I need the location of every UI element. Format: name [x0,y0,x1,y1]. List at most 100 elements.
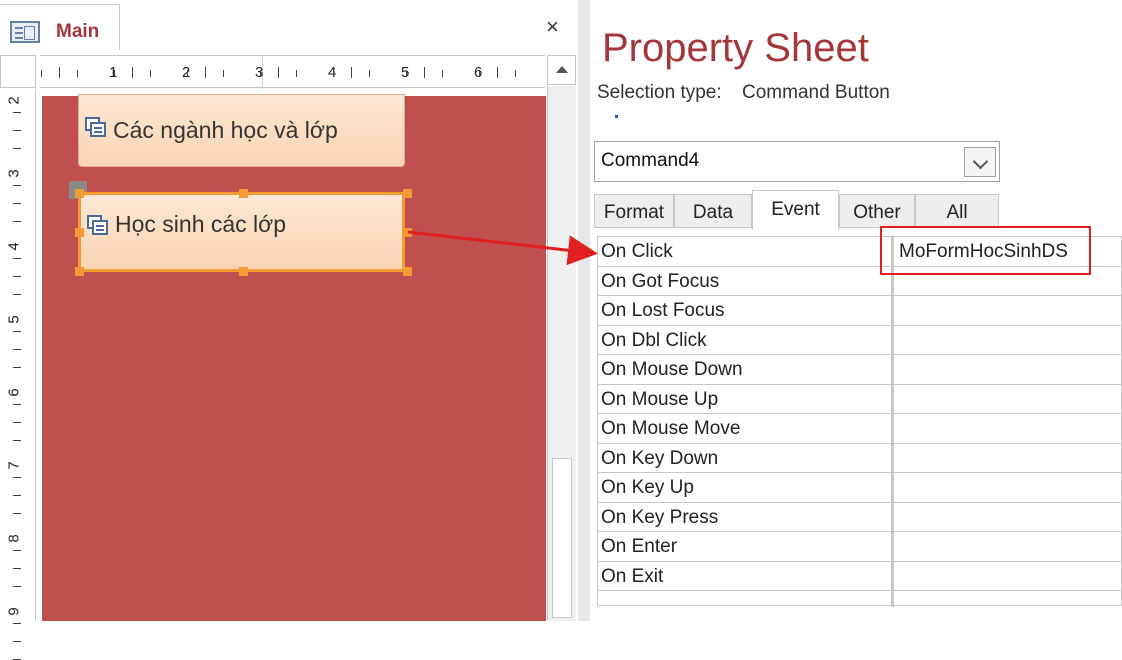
property-name: On Mouse Down [601,359,743,380]
form-designer: Main × 123456 2 3 4 5 6 7 8 9 Các ngành học và … [0,0,580,660]
ruler-tick [150,70,151,77]
form-detail-section[interactable]: Các ngành học và lớp Học sinh các lớp [42,94,546,621]
property-name: On Mouse Move [601,418,741,439]
ruler-tick [296,70,297,77]
ruler-tick [132,67,133,78]
resize-handle[interactable] [403,228,412,237]
ruler-tick [351,67,352,78]
vruler-tick [13,513,21,514]
tab-all[interactable]: All [915,194,999,228]
tab-main-label: Main [56,21,100,42]
vruler-tick [13,440,21,441]
ruler-tick [369,70,370,77]
ruler-tick [333,70,334,77]
pane-divider[interactable] [578,0,590,621]
property-row[interactable]: On Mouse Up [598,385,1122,414]
vruler-number: 4 [5,242,23,251]
selection-type-label: Selection type: [597,82,722,103]
vruler-tick [13,258,21,259]
highlight-box [880,226,1091,275]
ruler-tick [479,70,480,77]
command-button-nganh-hoc[interactable]: Các ngành học và lớp [78,94,405,167]
resize-handle[interactable] [75,228,84,237]
property-tabs: Format Data Event Other All [594,190,999,230]
property-row[interactable]: On Mouse Move [598,414,1122,444]
vruler-tick [13,185,21,186]
vruler-tick [13,331,21,332]
ruler-corner[interactable] [0,55,36,88]
resize-handle[interactable] [75,189,84,198]
vruler-tick [13,404,21,405]
vertical-ruler: 2 3 4 5 6 7 8 9 [0,90,36,660]
vruler-tick [13,422,21,423]
vruler-tick [13,112,21,113]
property-name: On Got Focus [601,270,720,292]
ruler-tick [77,70,78,77]
resize-handle[interactable] [403,267,412,276]
property-grid: On Click MoFormHocSinhDS On Got Focus On Lo… [597,236,1122,607]
selection-dot [615,115,618,118]
tab-main[interactable]: Main [0,4,120,50]
ruler-tick [59,67,60,78]
vruler-tick [13,623,21,624]
object-selector[interactable]: Command4 [594,141,1000,182]
property-row[interactable]: On Key Down [598,444,1122,473]
scroll-up-button[interactable] [547,55,576,85]
property-sheet-title: Property Sheet [602,26,869,70]
vruler-tick [13,221,21,222]
ruler-tick [515,70,516,77]
ruler-tick [424,67,425,78]
property-row[interactable]: On Key Press [598,503,1122,532]
vruler-number: 3 [5,169,23,178]
ruler-tick [278,67,279,78]
tab-other[interactable]: Other [839,194,915,228]
property-row[interactable]: On Exit [598,562,1122,591]
property-row[interactable]: On Mouse Down [598,355,1122,385]
ruler-tick [223,70,224,77]
ruler-tick [114,70,115,77]
property-row[interactable]: On Key Up [598,473,1122,503]
property-name: On Enter [601,536,678,557]
property-row[interactable]: On Dbl Click [598,326,1122,355]
resize-handle[interactable] [75,267,84,276]
resize-handle[interactable] [403,189,412,198]
vertical-scrollbar[interactable] [547,86,576,621]
close-icon[interactable]: × [546,14,559,40]
vruler-tick [13,276,21,277]
property-name: On Click [601,241,673,262]
property-row[interactable]: On Lost Focus [598,296,1122,326]
tab-format[interactable]: Format [594,194,674,228]
vruler-tick [13,495,21,496]
ruler-tick [187,70,188,77]
command-button-hoc-sinh[interactable]: Học sinh các lớp [75,189,412,276]
vruler-tick [13,203,21,204]
property-name: On Lost Focus [601,300,725,321]
vruler-tick [13,294,21,295]
vruler-tick [13,349,21,350]
vruler-number: 5 [5,315,23,324]
tab-event[interactable]: Event [752,190,839,230]
scrollbar-thumb[interactable] [552,458,572,618]
vruler-tick [13,130,21,131]
vruler-tick [13,641,21,642]
chevron-down-icon[interactable] [964,147,996,177]
vruler-number: 8 [5,534,23,543]
vruler-number: 9 [5,607,23,616]
command-button-label: Các ngành học và lớp [113,117,338,143]
selection-type-value: Command Button [742,82,890,103]
ruler-tick [205,67,206,78]
object-selector-value: Command4 [601,150,700,171]
command-button-icon [87,215,109,235]
property-name: On Key Up [601,477,694,498]
ruler-tick [41,70,42,77]
vruler-tick [13,550,21,551]
form-icon [10,21,40,43]
resize-handle[interactable] [239,267,248,276]
tab-data[interactable]: Data [674,194,752,228]
property-name: On Mouse Up [601,388,719,410]
property-row[interactable]: On Enter [598,532,1122,562]
document-tab-bar: Main × [0,0,580,50]
vruler-tick [13,367,21,368]
ruler-tick [260,70,261,77]
resize-handle[interactable] [239,189,248,198]
